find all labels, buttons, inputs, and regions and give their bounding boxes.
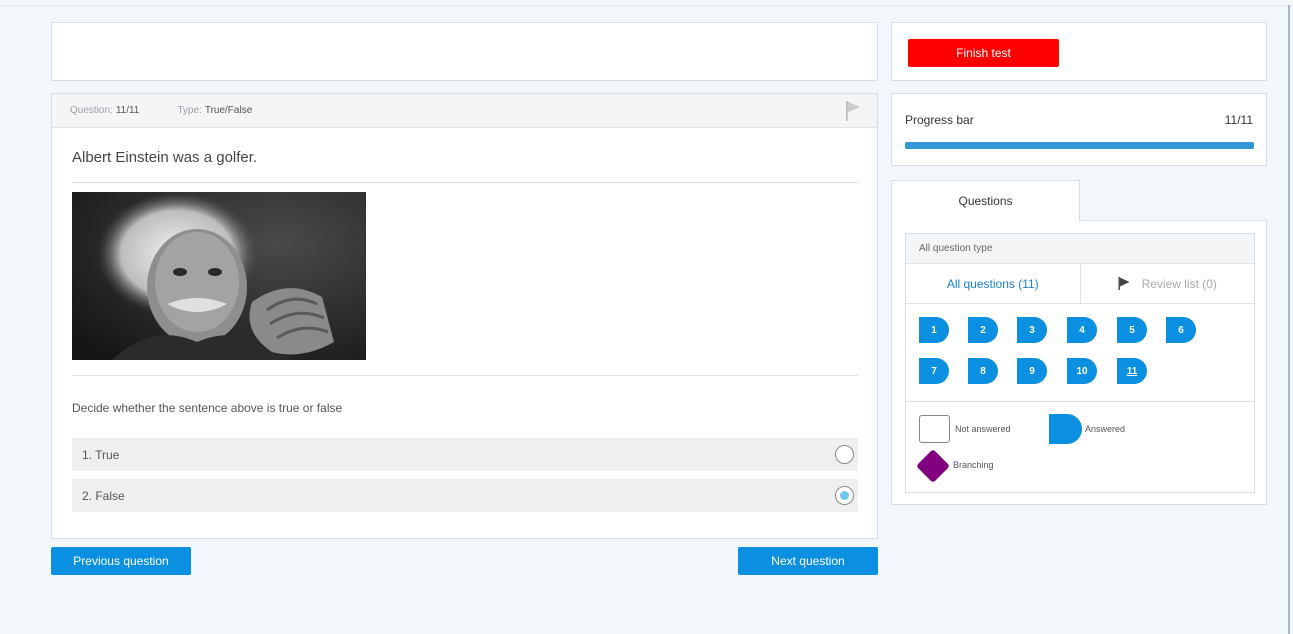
legend-branching: Branching (953, 460, 994, 470)
answer-option-label: 2. False (82, 488, 125, 503)
divider (72, 375, 858, 376)
question-button-4[interactable]: 4 (1067, 317, 1097, 343)
legend-answered: Answered (1085, 424, 1126, 434)
tab-all-questions-label: All questions (11) (946, 276, 1039, 291)
tab-review-list-label: Review list (0) (1141, 276, 1217, 291)
question-number-label: Question: (70, 105, 113, 116)
question-type-filter[interactable]: All question type (906, 234, 1254, 264)
question-button-5[interactable]: 5 (1117, 317, 1147, 343)
progress-count: 11/11 (1224, 113, 1253, 127)
legend-not-answered: Not answered (955, 424, 1011, 434)
question-instruction: Decide whether the sentence above is tru… (72, 401, 343, 415)
tab-questions[interactable]: Questions (891, 180, 1080, 221)
question-button-9[interactable]: 9 (1017, 358, 1047, 384)
question-button-7[interactable]: 7 (919, 358, 949, 384)
question-button-8[interactable]: 8 (968, 358, 998, 384)
previous-question-button[interactable]: Previous question (51, 547, 191, 575)
test-header-box (51, 22, 878, 81)
questions-list-box: All question type All questions (11) Rev… (905, 233, 1255, 493)
tab-all-questions[interactable]: All questions (11) (906, 264, 1081, 303)
question-button-1[interactable]: 1 (919, 317, 949, 343)
radio-button-true[interactable] (835, 445, 854, 464)
question-button-3[interactable]: 3 (1017, 317, 1047, 343)
next-question-button[interactable]: Next question (738, 547, 878, 575)
progress-label: Progress bar (905, 113, 974, 127)
question-image (72, 192, 366, 360)
question-button-2[interactable]: 2 (968, 317, 998, 343)
progress-bar (905, 142, 1254, 149)
question-type-label: Type: (177, 105, 202, 116)
progress-card: Progress bar 11/11 (891, 93, 1267, 166)
question-button-6[interactable]: 6 (1166, 317, 1196, 343)
question-number-grid: 1 2 3 4 5 6 7 8 9 10 11 (906, 304, 1254, 402)
radio-button-false[interactable] (835, 486, 854, 505)
branching-swatch (916, 449, 950, 483)
flag-icon (1118, 277, 1130, 290)
answer-option-label: 1. True (82, 447, 120, 462)
flag-icon[interactable] (845, 100, 861, 122)
progress-bar-fill (905, 142, 1254, 149)
question-meta-bar: Question: 11/11 Type: True/False (52, 94, 877, 128)
question-text: Albert Einstein was a golfer. (72, 149, 258, 166)
answered-swatch (1049, 414, 1082, 444)
question-legend: Not answered Answered Branching (906, 402, 1254, 492)
question-subtabs: All questions (11) Review list (0) (906, 264, 1254, 304)
tab-review-list[interactable]: Review list (0) (1081, 264, 1255, 303)
finish-test-card: Finish test (891, 22, 1267, 81)
right-edge-scrollbar[interactable] (1288, 5, 1290, 634)
question-button-11[interactable]: 11 (1117, 358, 1147, 384)
questions-panel: All question type All questions (11) Rev… (891, 220, 1267, 505)
divider (72, 182, 858, 183)
answer-option-true[interactable]: 1. True (72, 438, 858, 471)
question-number-value: 11/11 (115, 105, 140, 116)
question-type-value: True/False (204, 105, 253, 116)
top-divider (0, 5, 1293, 6)
finish-test-button[interactable]: Finish test (908, 39, 1059, 67)
question-card: Question: 11/11 Type: True/False Albert … (51, 93, 878, 539)
question-button-10[interactable]: 10 (1067, 358, 1097, 384)
not-answered-swatch (919, 415, 950, 443)
answer-option-false[interactable]: 2. False (72, 479, 858, 512)
